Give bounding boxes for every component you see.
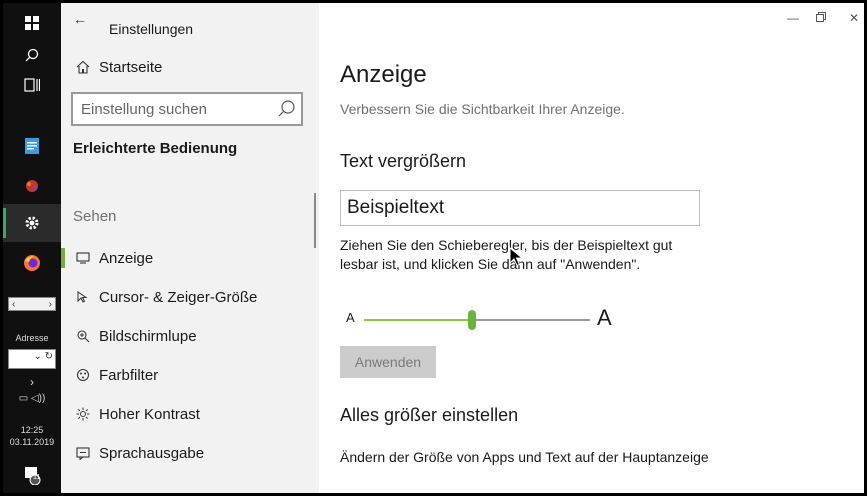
nav-home[interactable]: Startseite [61,51,319,83]
firefox-icon [24,255,40,271]
search-icon[interactable] [271,99,301,119]
notepad-icon [25,138,39,154]
close-icon[interactable]: ✕ [849,11,859,25]
nav-item-label: Cursor- & Zeiger-Größe [99,288,258,306]
page-subtitle: Verbessern Sie die Sichtbarkeit Ihrer An… [340,101,625,117]
back-arrow-icon[interactable]: ← [73,11,87,27]
color-filter-icon [61,368,99,382]
address-label: Adresse [15,333,49,343]
search-placeholder: Einstellung suchen [81,100,207,118]
notepad-taskbar-app[interactable] [3,127,61,165]
start-button[interactable] [3,5,61,41]
sample-text-box: Beispieltext [340,190,700,226]
nav-item-label: Hoher Kontrast [99,405,200,423]
home-icon [61,60,99,74]
app-title: Einstellungen [109,21,194,37]
nav-item-narrator[interactable]: Sprachausgabe [61,437,319,469]
slider-min-label: A [346,310,355,325]
slider-fill [364,319,473,321]
settings-nav-pane: ← Einstellungen Startseite Einstellung s… [61,3,319,493]
nav-item-cursor[interactable]: Cursor- & Zeiger-Größe [61,281,319,313]
network-volume-icons[interactable]: ▭ ◁)) [3,393,61,404]
text-size-slider[interactable]: A A [340,305,620,333]
taskbar: ‹ › Adresse ⌄ ↻ › ▭ ◁)) 12:25 03.11.2019… [3,3,61,493]
magnifier-icon [61,329,99,343]
nav-item-colorfilter[interactable]: Farbfilter [61,359,319,391]
main-content: — ✕ Anzeige Verbessern Sie die Sichtbark… [319,3,864,493]
settings-taskbar-app[interactable] [3,204,61,242]
app-icon [26,180,38,192]
apply-button[interactable]: Anwenden [340,346,436,378]
high-contrast-icon [61,407,99,421]
display-icon [61,252,99,264]
slider-max-label: A [597,305,612,330]
nav-item-label: Anzeige [99,249,154,267]
nav-item-label: Bildschirmlupe [99,327,197,345]
nav-item-anzeige[interactable]: Anzeige [61,242,319,274]
search-button[interactable] [3,41,61,69]
slider-track[interactable] [364,319,590,321]
settings-icon [25,216,39,230]
narrator-icon [61,446,99,460]
task-view-button[interactable] [3,71,61,99]
everything-bigger-description: Ändern der Größe von Apps und Text auf d… [340,449,709,465]
address-scroll[interactable]: ‹ › [8,297,56,311]
nav-home-label: Startseite [99,58,163,76]
nav-title-row: ← Einstellungen [61,9,319,39]
nav-item-highcontrast[interactable]: Hoher Kontrast [61,398,319,430]
cursor-icon [61,290,99,304]
clock-date[interactable]: 03.11.2019 [3,437,61,447]
windows-icon [25,16,39,30]
refresh-icon[interactable]: ⌄ ↻ [33,351,53,362]
nav-item-magnifier[interactable]: Bildschirmlupe [61,320,319,352]
nav-item-label: Farbfilter [99,366,159,384]
text-size-heading: Text vergrößern [340,151,467,171]
nav-group-label: Sehen [73,208,117,225]
chevron-right-icon[interactable]: › [3,375,61,389]
minimize-icon[interactable]: — [787,11,799,25]
selection-indicator [61,248,65,268]
nav-section-heading: Erleichterte Bedienung [73,140,238,157]
everything-bigger-heading: Alles größer einstellen [340,405,519,425]
nav-item-label: Sprachausgabe [99,444,205,462]
scroll-left-icon[interactable]: ‹ [12,299,15,310]
paint-taskbar-app[interactable] [3,167,61,205]
page-title: Anzeige [340,61,427,88]
slider-description: Ziehen Sie den Schieberegler, bis der Be… [340,237,673,272]
slider-thumb[interactable] [468,310,477,330]
active-indicator [3,208,6,238]
settings-search-input[interactable]: Einstellung suchen [71,92,303,126]
action-center-button[interactable]: 11 [3,459,61,491]
search-icon [25,48,39,62]
mouse-pointer-icon [509,247,523,267]
task-view-icon [24,78,40,92]
restore-icon[interactable] [816,11,826,25]
firefox-taskbar-app[interactable] [3,244,61,282]
notification-count: 11 [33,474,41,481]
nav-scrollbar[interactable] [314,193,316,248]
clock-time[interactable]: 12:25 [3,425,61,435]
scroll-right-icon[interactable]: › [49,299,52,310]
address-input[interactable]: ⌄ ↻ [8,349,56,369]
